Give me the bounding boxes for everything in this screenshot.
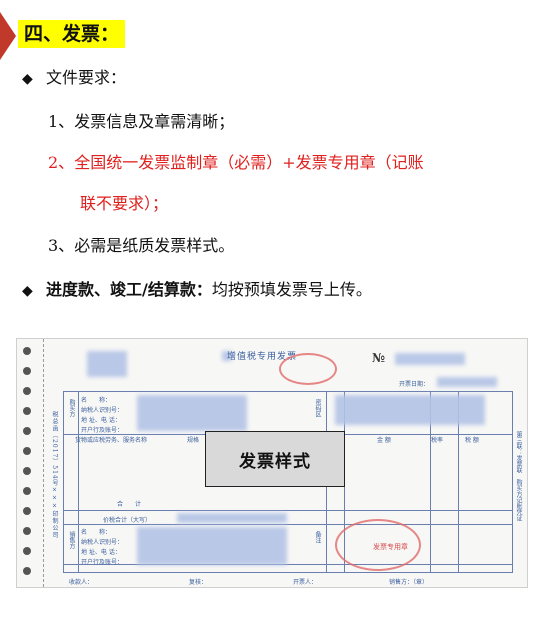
list-item-number: 1、 <box>48 112 75 131</box>
invoice-number-mark: № <box>372 351 386 365</box>
buyer-tax-id-label: 纳税人识别号： <box>81 407 124 414</box>
buyer-label: 购买方 <box>68 399 75 417</box>
invoice-sample-label: 发票样式 <box>205 431 345 487</box>
list-item-2: 2、全国统一发票监制章（必需）+发票专用章（记账 <box>48 152 424 174</box>
tax-rate-column-header: 税率 <box>431 437 444 444</box>
seller-label: 销售方 <box>68 531 75 549</box>
buyer-address-label: 地 址、电 话： <box>81 417 121 424</box>
redacted-date <box>437 377 497 387</box>
redacted-invoice-number <box>395 353 465 365</box>
doc-requirements-title: 文件要求： <box>46 68 127 87</box>
remark-label: 备注 <box>314 531 321 543</box>
progress-payment-line: 进度款、竣工/结算款：均按预填发票号上传。 <box>46 279 372 301</box>
tractor-feed-holes <box>21 347 35 583</box>
supervision-seal <box>279 353 337 385</box>
seller-seal-label: 销售方：（章） <box>389 579 429 586</box>
redacted-qr <box>87 351 127 377</box>
seller-address-label: 地 址、电 话： <box>81 549 121 556</box>
total-label: 合 计 <box>117 501 142 508</box>
reviewer-label: 复核： <box>189 579 208 586</box>
tax-column-header: 税 额 <box>465 437 479 444</box>
list-item-1: 1、发票信息及章需清晰； <box>48 111 234 133</box>
list-item-2-continuation: 联不要求）； <box>80 194 169 213</box>
list-item-3: 3、必需是纸质发票样式。 <box>48 235 234 257</box>
invoice-sample-image: 税总函〔2017〕514号×××印制公司 第三联：发票联 购买方记账凭证 增值税… <box>16 338 528 588</box>
redacted-cipher <box>335 395 485 425</box>
amount-column-header: 金 额 <box>377 437 391 444</box>
progress-payment-label: 进度款、竣工/结算款： <box>46 280 212 299</box>
heading-marker-arrow <box>0 12 16 60</box>
diamond-bullet-icon: ◆ <box>22 283 33 299</box>
list-item-text: 全国统一发票监制章（必需）+发票专用章（记账 <box>74 153 424 172</box>
goods-column-header: 货物或应税劳务、服务名称 <box>75 437 148 444</box>
buyer-name-label: 名 称： <box>81 397 112 404</box>
seller-tax-id-label: 纳税人识别号： <box>81 539 124 546</box>
invoice-printer-label: 税总函〔2017〕514号×××印制公司 <box>51 411 58 539</box>
payee-label: 收款人： <box>69 579 94 586</box>
redacted-total <box>177 513 287 523</box>
redacted-seller-info <box>137 527 287 565</box>
seller-bank-label: 开户行及账号： <box>81 559 124 566</box>
list-item-number: 2、 <box>48 153 75 172</box>
cipher-label: 密码区 <box>314 399 321 417</box>
list-item-number: 3、 <box>48 236 75 255</box>
spec-column-header: 规格 <box>187 437 200 444</box>
buyer-bank-label: 开户行及账号： <box>81 427 124 434</box>
total-words-label: 价税合计（大写） <box>103 517 152 524</box>
seller-name-label: 名 称： <box>81 529 112 536</box>
drawer-label: 开票人： <box>293 579 318 586</box>
diamond-bullet-icon: ◆ <box>22 71 33 87</box>
invoice-date-label: 开票日期： <box>399 381 430 388</box>
perforation-line <box>43 339 44 587</box>
redacted-buyer-info <box>137 395 247 431</box>
invoice-seal-text: 发票专用章 <box>373 543 408 551</box>
progress-payment-text: 均按预填发票号上传。 <box>211 280 372 299</box>
list-item-text: 必需是纸质发票样式。 <box>74 236 235 255</box>
section-heading: 四、发票： <box>18 20 126 48</box>
list-item-text: 发票信息及章需清晰； <box>74 112 235 131</box>
